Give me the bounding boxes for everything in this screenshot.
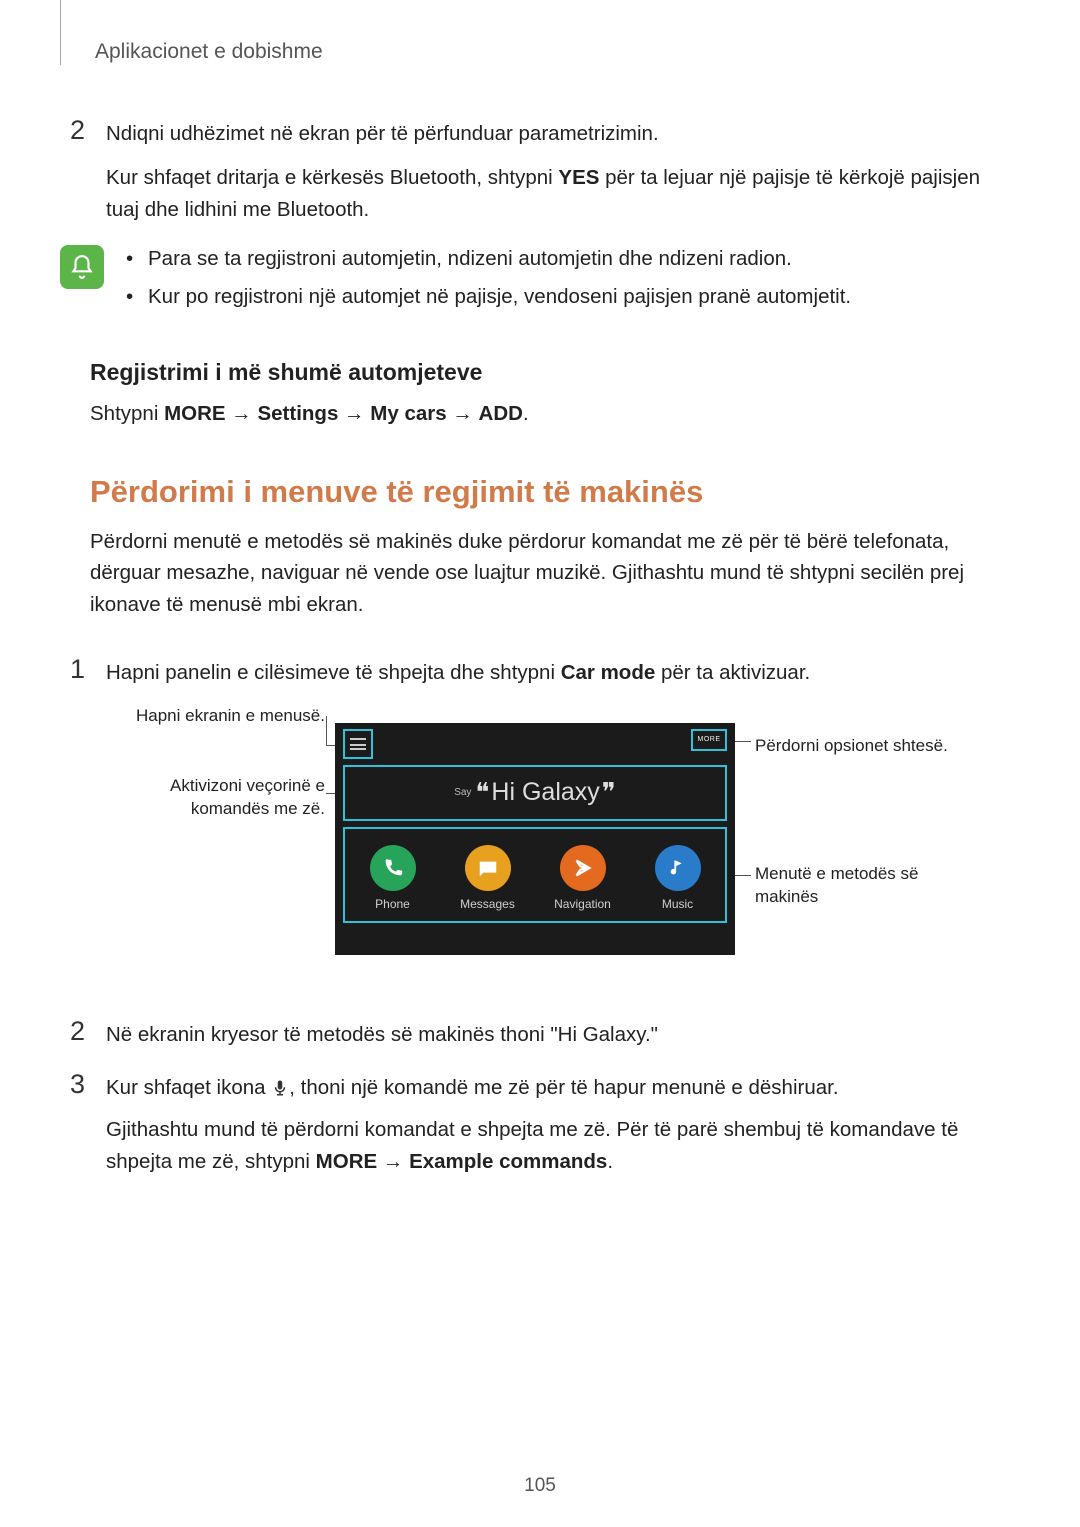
arrow-icon: →: [338, 402, 370, 425]
phone-icon: [370, 845, 416, 891]
app-label: Music: [662, 897, 693, 911]
note-list: • Para se ta regjistroni automjetin, ndi…: [126, 243, 1000, 319]
note-text: Kur po regjistroni një automjet në pajis…: [148, 281, 851, 313]
example-commands-bold: Example commands: [409, 1150, 607, 1173]
close-quote-icon: ❞: [602, 778, 616, 808]
bullet-icon: •: [126, 281, 148, 313]
step-number: 2: [70, 114, 106, 150]
step-b1: 1 Hapni panelin e cilësimeve të shpejta …: [70, 653, 1000, 689]
text: Shtypni: [90, 402, 164, 425]
more-button[interactable]: MORE: [691, 729, 727, 751]
note-item: • Kur po regjistroni një automjet në paj…: [126, 281, 1000, 313]
open-quote-icon: ❝: [475, 778, 489, 808]
text: , thoni një komandë me zë për të hapur m…: [289, 1076, 838, 1099]
arrow-icon: →: [447, 402, 479, 425]
dot: .: [523, 402, 529, 425]
page-number: 105: [0, 1475, 1080, 1497]
menu-button[interactable]: [343, 729, 373, 759]
more-bold: MORE: [316, 1150, 378, 1173]
nav-path: Shtypni MORE → Settings → My cars → ADD.: [90, 398, 1000, 430]
page-content: Aplikacionet e dobishme 2 Ndiqni udhëzim…: [0, 0, 1080, 1230]
text: për ta aktivizuar.: [655, 661, 810, 684]
step-2: 2 Ndiqni udhëzimet në ekran për të përfu…: [70, 114, 1000, 150]
app-phone[interactable]: Phone: [349, 845, 437, 911]
path-add: ADD: [479, 402, 523, 425]
navigation-icon: [560, 845, 606, 891]
app-music[interactable]: Music: [634, 845, 722, 911]
callout-voice: Aktivizoni veçorinë e komandës me zë.: [125, 775, 325, 821]
intro-para: Përdorni menutë e metodës së makinës duk…: [90, 526, 1000, 621]
heading-2: Përdorimi i menuve të regjimit të makinë…: [90, 474, 1000, 510]
section-header: Aplikacionet e dobishme: [95, 40, 1000, 64]
hi-galaxy-text: Hi Galaxy: [489, 778, 601, 807]
yes-bold: YES: [558, 166, 599, 189]
music-icon: [655, 845, 701, 891]
lead-line: [326, 716, 327, 745]
text: Kur shfaqet ikona: [106, 1076, 271, 1099]
callout-more: Përdorni opsionet shtesë.: [755, 735, 955, 758]
messages-icon: [465, 845, 511, 891]
note-bell-icon: [60, 245, 104, 289]
step-text: Ndiqni udhëzimet në ekran për të përfund…: [106, 114, 1000, 150]
callout-modes: Menutë e metodës së makinës: [755, 863, 965, 909]
car-mode-diagram: Hapni ekranin e menusë. Aktivizoni veçor…: [125, 705, 965, 985]
arrow-icon: →: [226, 402, 258, 425]
step-b2: 2 Në ekranin kryesor të metodës së makin…: [70, 1015, 1000, 1051]
app-label: Phone: [375, 897, 410, 911]
app-messages[interactable]: Messages: [444, 845, 532, 911]
arrow-icon: →: [377, 1150, 409, 1173]
step-text: Në ekranin kryesor të metodës së makinës…: [106, 1015, 1000, 1051]
text: Hapni panelin e cilësimeve të shpejta dh…: [106, 661, 561, 684]
path-mycars: My cars: [370, 402, 446, 425]
step-text: Hapni panelin e cilësimeve të shpejta dh…: [106, 653, 1000, 689]
top-bar: MORE: [335, 723, 735, 765]
path-more: MORE: [164, 402, 226, 425]
step-b3: 3 Kur shfaqet ikona , thoni një komandë …: [70, 1068, 1000, 1177]
note-text: Para se ta regjistroni automjetin, ndize…: [148, 243, 792, 275]
path-settings: Settings: [257, 402, 338, 425]
app-row: Phone Messages Navigation: [343, 827, 727, 923]
note-block: • Para se ta regjistroni automjetin, ndi…: [60, 243, 1000, 319]
car-mode-screen: MORE Say ❝ Hi Galaxy ❞ Phone: [335, 723, 735, 955]
mic-icon: [271, 1075, 289, 1095]
callout-menu: Hapni ekranin e menusë.: [125, 705, 325, 728]
subheading: Regjistrimi i më shumë automjeteve: [90, 359, 1000, 386]
say-label: Say: [454, 787, 471, 798]
voice-prompt-area[interactable]: Say ❝ Hi Galaxy ❞: [343, 765, 727, 821]
car-mode-bold: Car mode: [561, 661, 656, 684]
step-number: 2: [70, 1015, 106, 1051]
text: Kur shfaqet dritarja e kërkesës Bluetoot…: [106, 166, 558, 189]
step-number: 3: [70, 1068, 106, 1177]
bullet-icon: •: [126, 243, 148, 275]
left-margin-rule: [60, 0, 61, 65]
dot: .: [607, 1150, 613, 1173]
app-label: Navigation: [554, 897, 611, 911]
step-number: 1: [70, 653, 106, 689]
step-text: Kur shfaqet ikona , thoni një komandë me…: [106, 1068, 1000, 1177]
note-item: • Para se ta regjistroni automjetin, ndi…: [126, 243, 1000, 275]
app-label: Messages: [460, 897, 515, 911]
step-2-para: Kur shfaqet dritarja e kërkesës Bluetoot…: [106, 162, 1000, 226]
app-navigation[interactable]: Navigation: [539, 845, 627, 911]
hamburger-icon: [350, 738, 366, 750]
